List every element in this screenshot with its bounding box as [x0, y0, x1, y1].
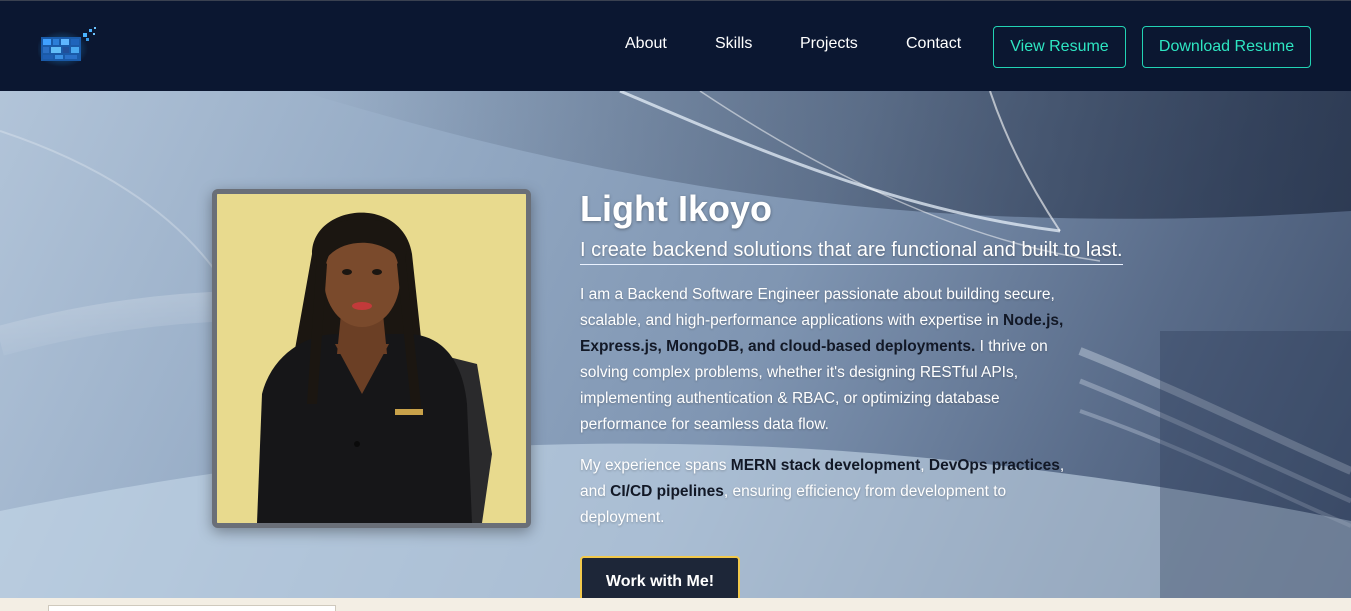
- download-resume-button[interactable]: Download Resume: [1142, 26, 1311, 68]
- nav-link-skills[interactable]: Skills: [715, 35, 752, 53]
- top-navbar: About Skills Projects Contact View Resum…: [0, 0, 1351, 91]
- hero-section: Light Ikoyo I create backend solutions t…: [0, 91, 1351, 598]
- bio-highlight-devops: DevOps practices: [928, 457, 1060, 474]
- view-resume-button[interactable]: View Resume: [993, 26, 1126, 68]
- site-logo-icon[interactable]: [36, 25, 102, 67]
- nav-link-about[interactable]: About: [625, 35, 667, 53]
- work-with-me-button[interactable]: Work with Me!: [580, 556, 740, 598]
- next-section-card: [48, 605, 336, 611]
- hero-bio-paragraph-1: I am a Backend Software Engineer passion…: [580, 282, 1080, 438]
- hero-bio-paragraph-2: My experience spans MERN stack developme…: [580, 453, 1080, 531]
- bio-text: My experience spans: [580, 457, 731, 474]
- portfolio-page: About Skills Projects Contact View Resum…: [0, 0, 1351, 611]
- profile-photo: [212, 189, 531, 528]
- bio-text: ,: [920, 457, 929, 474]
- nav-link-contact[interactable]: Contact: [906, 35, 961, 53]
- bio-highlight-cicd: CI/CD pipelines: [610, 483, 724, 500]
- bio-highlight-mern: MERN stack development: [730, 457, 921, 474]
- hero-tagline: I create backend solutions that are func…: [580, 239, 1123, 265]
- hero-name: Light Ikoyo: [580, 188, 772, 229]
- nav-link-projects[interactable]: Projects: [800, 35, 858, 53]
- bio-text: I am a Backend Software Engineer passion…: [580, 286, 1055, 329]
